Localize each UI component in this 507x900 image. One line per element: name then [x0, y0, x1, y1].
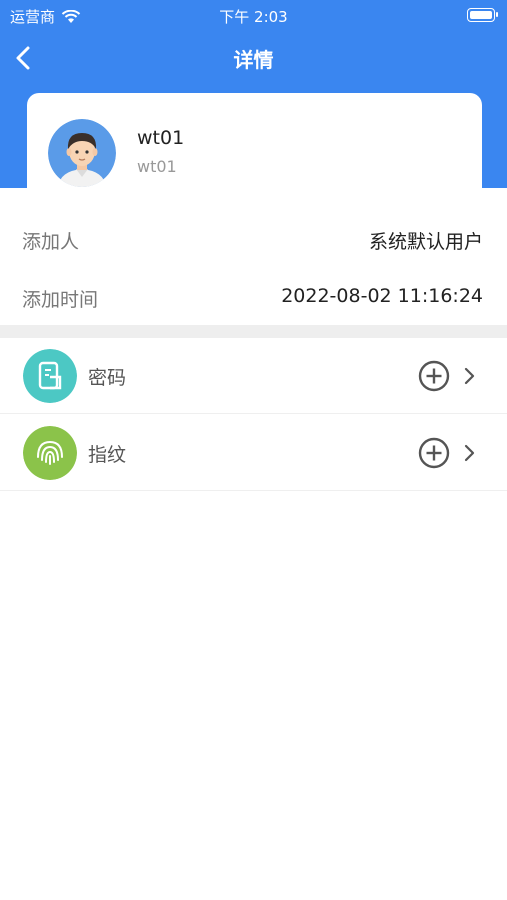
status-bar: 运营商 下午 2:03: [0, 0, 507, 32]
page-title: 详情: [233, 48, 274, 72]
chevron-right-icon: [464, 367, 475, 385]
add-circle-icon[interactable]: [418, 437, 450, 469]
info-row-added-time: 添加时间 2022-08-02 11:16:24: [0, 267, 507, 325]
user-card: wt01 wt01: [27, 93, 482, 203]
section-divider: [0, 325, 507, 338]
user-name: wt01: [137, 127, 185, 149]
password-card-icon: [23, 349, 77, 403]
info-value: 系统默认用户: [368, 231, 483, 253]
chevron-right-icon: [464, 444, 475, 462]
avatar: [48, 119, 116, 187]
nav-bar: 详情: [0, 38, 507, 78]
credential-label: 指纹: [88, 444, 127, 466]
user-subname: wt01: [137, 157, 177, 176]
status-time: 下午 2:03: [219, 8, 288, 26]
credential-row-fingerprint[interactable]: 指纹: [0, 415, 507, 491]
credential-label: 密码: [88, 367, 127, 389]
info-row-added-by: 添加人 系统默认用户: [0, 209, 507, 267]
info-value: 2022-08-02 11:16:24: [281, 285, 483, 307]
credential-row-password[interactable]: 密码: [0, 338, 507, 414]
battery-icon: [467, 8, 498, 22]
info-label: 添加人: [22, 231, 80, 253]
info-label: 添加时间: [22, 289, 99, 311]
add-circle-icon[interactable]: [418, 360, 450, 392]
fingerprint-icon: [23, 426, 77, 480]
